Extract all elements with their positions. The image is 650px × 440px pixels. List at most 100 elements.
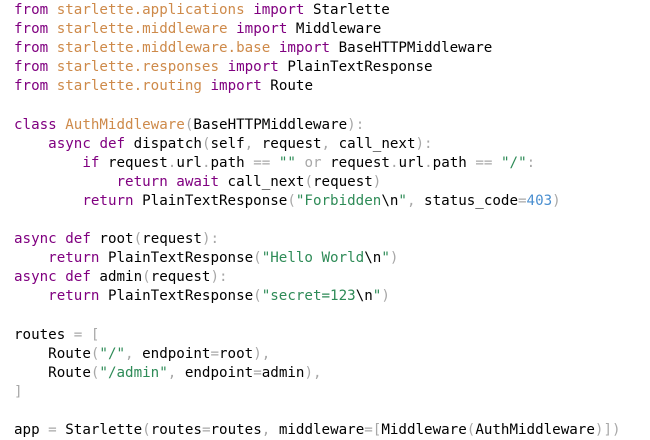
escape-token: \n <box>381 192 399 209</box>
string-token: "/admin" <box>99 364 168 381</box>
module-token: starlette.middleware <box>56 21 228 38</box>
identifier-token: admin <box>90 269 143 286</box>
identifier-token <box>296 155 305 171</box>
keyword-token: async <box>14 269 57 286</box>
punctuation-token: ( <box>133 231 143 248</box>
punctuation-token: ) <box>381 288 390 305</box>
keyword-token: if <box>82 154 100 171</box>
identifier-token <box>48 59 57 75</box>
code-line: from starlette.applications import Starl… <box>14 1 621 20</box>
keyword-token: def <box>65 269 91 286</box>
code-line: ] <box>14 383 621 402</box>
punctuation-token: . <box>201 154 211 171</box>
keyword-token: from <box>14 59 49 76</box>
identifier-token <box>57 117 66 133</box>
punctuation-token: ] <box>14 383 23 400</box>
identifier-token: Middleware <box>287 21 382 38</box>
keyword-token: import <box>253 2 305 18</box>
keyword-token: import <box>227 59 279 76</box>
string-token: "" <box>278 154 296 171</box>
punctuation-token: = <box>210 345 220 362</box>
string-token: "Forbidden <box>295 192 382 209</box>
keyword-token: import <box>210 78 262 95</box>
keyword-token: from <box>14 40 49 57</box>
identifier-token: routes <box>14 326 74 343</box>
identifier-token: AuthMiddleware <box>475 422 595 439</box>
code-line: app = Starlette(routes=routes, middlewar… <box>14 421 621 440</box>
identifier-token <box>219 59 228 75</box>
code-line: return PlainTextResponse("Forbidden\n", … <box>14 192 621 211</box>
identifier-token: path <box>210 154 245 171</box>
keyword-token: from <box>14 78 49 95</box>
escape-token: \n <box>364 250 382 267</box>
identifier-token <box>168 174 177 190</box>
identifier-token <box>57 269 66 285</box>
identifier-token <box>492 155 501 171</box>
code-line: if request.url.path == "" or request.url… <box>14 154 621 173</box>
keyword-token: def <box>65 231 91 248</box>
punctuation-token: , <box>244 135 254 152</box>
identifier-token: routes <box>150 422 202 439</box>
punctuation-token: =[ <box>364 422 382 439</box>
identifier-token <box>82 327 91 343</box>
identifier-token: PlainTextResponse <box>278 59 433 76</box>
punctuation-token: , <box>125 345 134 362</box>
code-line: return await call_next(request) <box>14 173 621 192</box>
code-editor[interactable]: from starlette.applications import Starl… <box>14 1 621 440</box>
keyword-token: return <box>48 250 100 267</box>
string-token: " <box>381 250 390 267</box>
punctuation-token: )]) <box>594 422 621 439</box>
identifier-token: call_next <box>219 173 305 190</box>
identifier-token <box>48 40 57 56</box>
identifier-token: path <box>432 154 467 171</box>
keyword-token: return <box>82 192 134 209</box>
keyword-token: return <box>48 288 100 305</box>
number-token: 403 <box>526 192 553 209</box>
punctuation-token: or <box>304 154 322 171</box>
punctuation-token: == <box>253 154 271 171</box>
code-line: class AuthMiddleware(BaseHTTPMiddleware)… <box>14 116 621 135</box>
keyword-token: async <box>14 231 57 248</box>
keyword-token: from <box>14 2 49 18</box>
string-token: "Hello World <box>261 250 365 267</box>
string-token: "secret=123 <box>261 288 356 305</box>
punctuation-token: ), <box>253 345 271 362</box>
punctuation-token: ( <box>304 173 313 190</box>
identifier-token: endpoint <box>133 345 211 362</box>
module-token: starlette.middleware.base <box>56 40 271 57</box>
identifier-token: call_next <box>330 135 416 152</box>
punctuation-token: ( <box>253 288 262 305</box>
identifier-token: request <box>150 269 211 286</box>
identifier-token: endpoint <box>176 364 254 381</box>
punctuation-token: [ <box>90 326 100 343</box>
punctuation-token: . <box>424 154 433 171</box>
identifier-token <box>14 136 48 152</box>
identifier-token: BaseHTTPMiddleware <box>330 40 493 57</box>
keyword-token: from <box>14 21 49 38</box>
identifier-token <box>14 250 48 266</box>
module-token: starlette.routing <box>56 78 202 95</box>
identifier-token: Starlette <box>56 422 143 439</box>
identifier-token: self <box>210 135 245 152</box>
identifier-token: request <box>253 135 322 152</box>
string-token: " <box>398 192 407 209</box>
identifier-token: BaseHTTPMiddleware <box>193 116 348 133</box>
identifier-token <box>57 231 66 247</box>
punctuation-token: ) <box>372 173 382 190</box>
identifier-token: PlainTextResponse <box>133 192 288 209</box>
punctuation-token: ( <box>287 192 296 209</box>
identifier-token: url <box>176 154 202 171</box>
code-line: Route("/", endpoint=root), <box>14 345 621 364</box>
string-token: "/" <box>501 154 527 171</box>
punctuation-token: ): <box>415 135 433 152</box>
identifier-token: Route <box>14 345 91 362</box>
punctuation-token: = <box>253 364 262 381</box>
keyword-token: return <box>116 173 168 190</box>
code-line: from starlette.middleware.base import Ba… <box>14 39 621 58</box>
identifier-token: status_code <box>415 192 518 209</box>
identifier-token <box>245 155 254 171</box>
identifier-token <box>14 155 82 171</box>
